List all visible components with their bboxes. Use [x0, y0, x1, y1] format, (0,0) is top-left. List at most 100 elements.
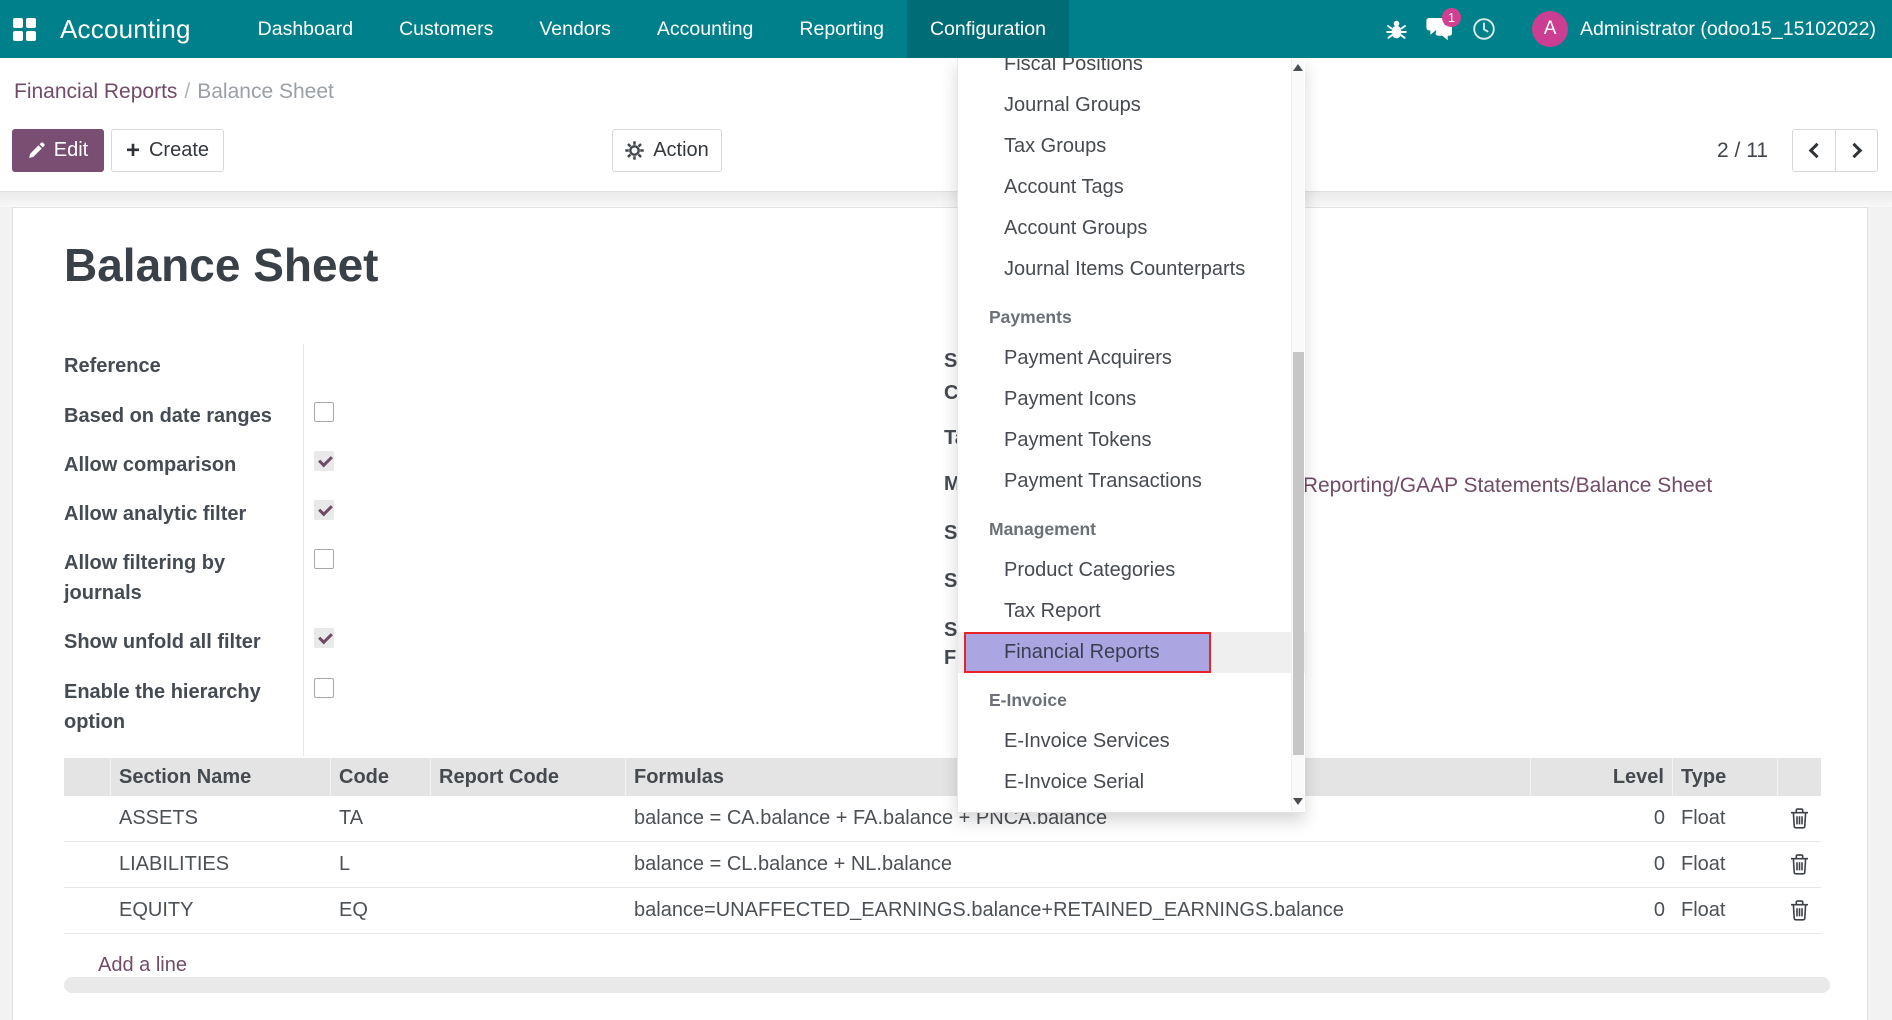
nav-item-vendors[interactable]: Vendors — [516, 0, 634, 58]
trash-icon — [1790, 854, 1809, 875]
cell-report-code[interactable] — [431, 796, 626, 841]
app-name[interactable]: Accounting — [50, 0, 209, 58]
table-horizontal-scrollbar[interactable] — [64, 977, 1830, 993]
column-header-level[interactable]: Level — [1531, 758, 1673, 796]
field-label-allow-analytic-filter: Allow analytic filter — [64, 499, 278, 529]
dropdown-scrollbar[interactable] — [1291, 58, 1304, 811]
debug-bug-icon[interactable] — [1374, 0, 1418, 58]
cell-delete — [1778, 888, 1821, 933]
column-header-code[interactable]: Code — [331, 758, 431, 796]
user-name[interactable]: Administrator (odoo15_15102022) — [1580, 18, 1876, 41]
menu-item-account-groups[interactable]: Account Groups — [958, 208, 1305, 249]
table-row-liabilities[interactable]: LIABILITIES L balance = CL.balance + NL.… — [64, 842, 1821, 888]
pager-buttons — [1792, 129, 1878, 172]
breadcrumb-parent-link[interactable]: Financial Reports — [14, 80, 177, 103]
user-avatar[interactable]: A — [1532, 11, 1568, 47]
clock-icon — [1472, 17, 1496, 41]
menu-item-payment-transactions[interactable]: Payment Transactions — [958, 461, 1305, 502]
menu-item-fiscal-positions[interactable]: Fiscal Positions — [958, 58, 1305, 85]
checkbox-enable-hierarchy-option[interactable] — [314, 678, 334, 698]
menu-item-payment-acquirers[interactable]: Payment Acquirers — [958, 338, 1305, 379]
cell-report-code[interactable] — [431, 888, 626, 933]
nav-item-dashboard[interactable]: Dashboard — [235, 0, 376, 58]
dropdown-items: Fiscal Positions Journal Groups Tax Grou… — [958, 58, 1305, 803]
checkbox-allow-comparison[interactable] — [314, 451, 334, 471]
record-title: Balance Sheet — [64, 238, 378, 292]
chevron-right-icon — [1847, 143, 1863, 159]
menu-section-management: Management — [958, 509, 1305, 550]
menu-section-payments: Payments — [958, 297, 1305, 338]
left-gutter — [0, 207, 12, 1020]
cell-type[interactable]: Float — [1673, 888, 1778, 933]
menu-item-journal-items-counterparts[interactable]: Journal Items Counterparts — [958, 249, 1305, 290]
delete-row-button[interactable] — [1786, 804, 1813, 834]
cell-type[interactable]: Float — [1673, 842, 1778, 887]
menu-item-tax-report[interactable]: Tax Report — [958, 591, 1305, 632]
right-gutter — [1868, 207, 1892, 1020]
checkbox-allow-analytic-filter[interactable] — [314, 500, 334, 520]
table-row-equity[interactable]: EQUITY EQ balance=UNAFFECTED_EARNINGS.ba… — [64, 888, 1821, 934]
pager-next-button[interactable] — [1835, 130, 1877, 171]
table-row-assets[interactable]: ASSETS TA balance = CA.balance + FA.bala… — [64, 796, 1821, 842]
pager-previous-button[interactable] — [1793, 130, 1835, 171]
nav-item-customers[interactable]: Customers — [376, 0, 516, 58]
menu-item-account-tags[interactable]: Account Tags — [958, 167, 1305, 208]
checkbox-based-on-date-ranges[interactable] — [314, 402, 334, 422]
action-button[interactable]: Action — [612, 129, 722, 172]
table-header-row: Section Name Code Report Code Formulas L… — [64, 758, 1821, 796]
cell-level[interactable]: 0 — [1531, 888, 1673, 933]
navbar-systray: 1 A Administrator (odoo15_15102022) — [1374, 0, 1892, 58]
configuration-dropdown-menu: Fiscal Positions Journal Groups Tax Grou… — [957, 58, 1305, 813]
nav-item-configuration[interactable]: Configuration — [907, 0, 1069, 58]
create-button-label: Create — [149, 139, 209, 162]
cell-report-code[interactable] — [431, 842, 626, 887]
cell-formulas[interactable]: balance = CL.balance + NL.balance — [626, 842, 1531, 887]
breadcrumb-current: Balance Sheet — [197, 80, 334, 103]
scroll-up-icon[interactable] — [1293, 64, 1303, 71]
menu-item-payment-tokens[interactable]: Payment Tokens — [958, 420, 1305, 461]
cell-level[interactable]: 0 — [1531, 796, 1673, 841]
checkbox-allow-filtering-by-journals[interactable] — [314, 549, 334, 569]
cell-code[interactable]: L — [331, 842, 431, 887]
menu-item-journal-groups[interactable]: Journal Groups — [958, 85, 1305, 126]
cell-section-name[interactable]: ASSETS — [111, 796, 331, 841]
menu-item-e-invoice-services[interactable]: E-Invoice Services — [958, 721, 1305, 762]
menu-item-path-link[interactable]: /Reporting/GAAP Statements/Balance Sheet — [1297, 474, 1712, 498]
top-navbar: Accounting Dashboard Customers Vendors A… — [0, 0, 1892, 58]
menu-item-financial-reports[interactable]: Financial Reports — [958, 632, 1305, 673]
menu-item-payment-icons[interactable]: Payment Icons — [958, 379, 1305, 420]
trash-icon — [1790, 808, 1809, 829]
cell-code[interactable]: TA — [331, 796, 431, 841]
delete-row-button[interactable] — [1786, 896, 1813, 926]
dropdown-scrollbar-thumb[interactable] — [1293, 352, 1304, 755]
nav-item-accounting[interactable]: Accounting — [634, 0, 776, 58]
nav-item-reporting[interactable]: Reporting — [776, 0, 907, 58]
trash-icon — [1790, 900, 1809, 921]
checkbox-show-unfold-all-filter[interactable] — [314, 628, 334, 648]
cell-section-name[interactable]: EQUITY — [111, 888, 331, 933]
activities-button[interactable] — [1462, 0, 1506, 58]
pager-value[interactable]: 2 / 11 — [1717, 139, 1768, 163]
cell-formulas[interactable]: balance=UNAFFECTED_EARNINGS.balance+RETA… — [626, 888, 1531, 933]
bug-icon — [1386, 18, 1407, 41]
cell-code[interactable]: EQ — [331, 888, 431, 933]
messages-button[interactable]: 1 — [1418, 0, 1462, 58]
add-a-line-link[interactable]: Add a line — [98, 954, 187, 977]
column-header-type[interactable]: Type — [1673, 758, 1778, 796]
edit-button[interactable]: Edit — [12, 129, 104, 172]
menu-item-e-invoice-serial[interactable]: E-Invoice Serial — [958, 762, 1305, 803]
menu-item-tax-groups[interactable]: Tax Groups — [958, 126, 1305, 167]
edit-button-label: Edit — [54, 139, 88, 162]
column-header-section-name[interactable]: Section Name — [111, 758, 331, 796]
cell-level[interactable]: 0 — [1531, 842, 1673, 887]
menu-item-product-categories[interactable]: Product Categories — [958, 550, 1305, 591]
delete-row-button[interactable] — [1786, 850, 1813, 880]
cell-section-name[interactable]: LIABILITIES — [111, 842, 331, 887]
form-sheet: Balance Sheet Reference Based on date ra… — [12, 207, 1868, 1020]
field-label-allow-filtering-by-journals: Allow filtering by journals — [64, 548, 278, 608]
scroll-down-icon[interactable] — [1293, 798, 1303, 805]
apps-menu-button[interactable] — [0, 0, 50, 58]
create-button[interactable]: + Create — [111, 129, 224, 172]
column-header-report-code[interactable]: Report Code — [431, 758, 626, 796]
cell-type[interactable]: Float — [1673, 796, 1778, 841]
